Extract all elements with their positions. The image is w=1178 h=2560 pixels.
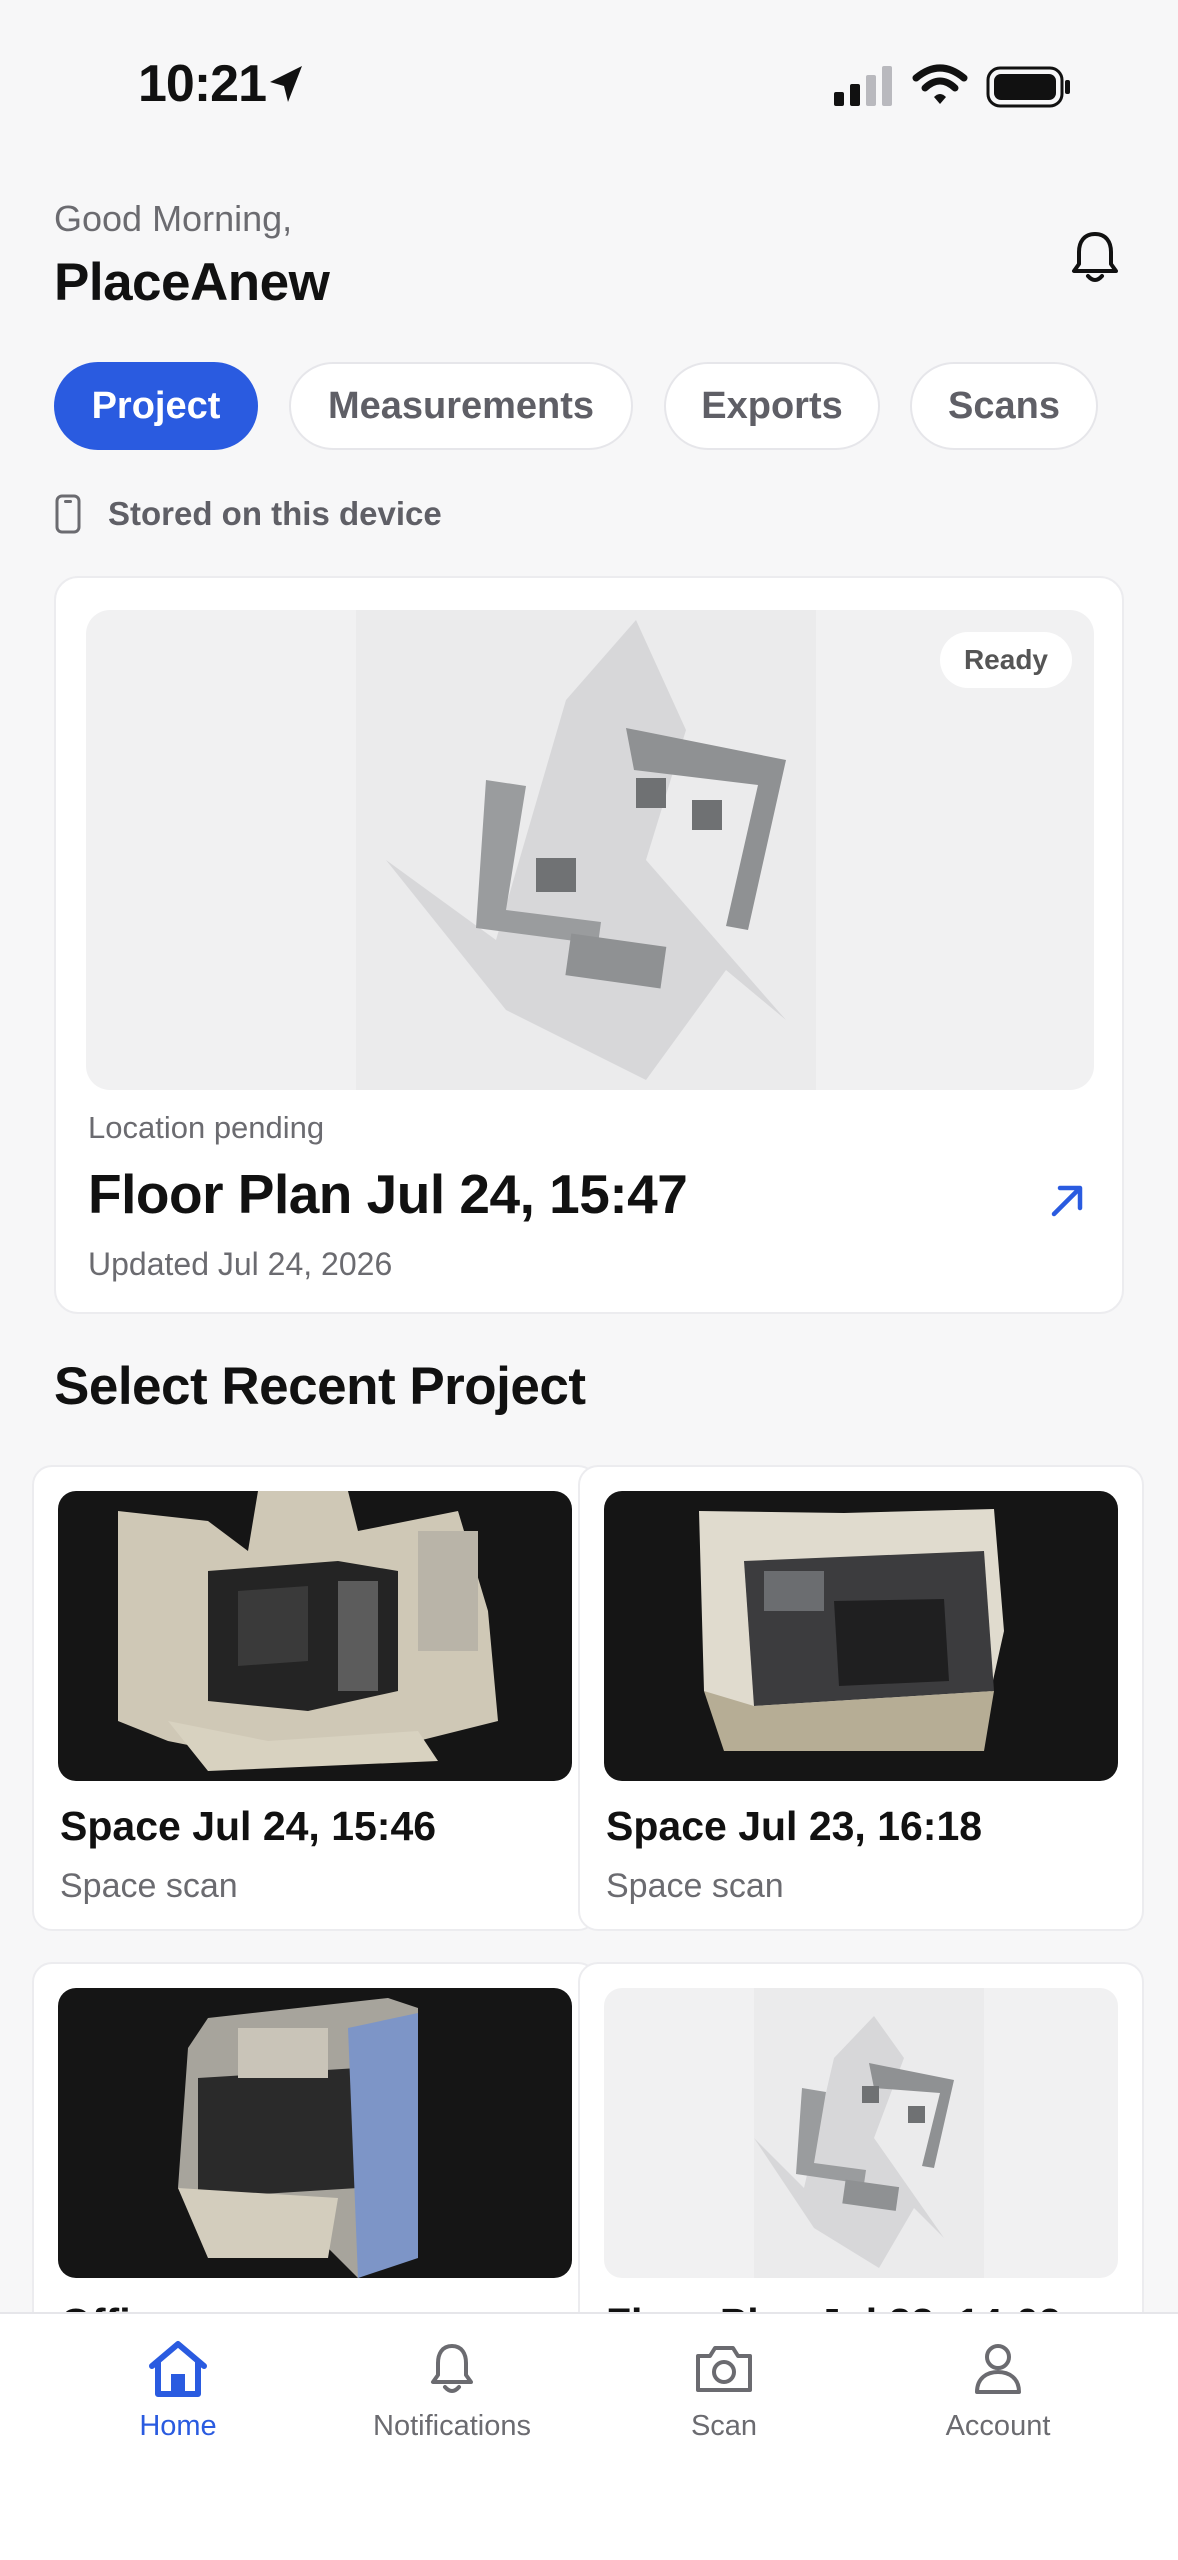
storage-note-text: Stored on this device xyxy=(108,495,442,532)
featured-project-card[interactable]: Ready Location pending Floor Plan Jul 24… xyxy=(54,576,1124,1314)
floor-plan-thumbnail xyxy=(604,1988,1118,2278)
scan-thumbnail xyxy=(604,1491,1118,1781)
greeting-text: Good Morning, xyxy=(54,198,293,239)
storage-note: Stored on this device xyxy=(54,492,442,536)
location-arrow-icon xyxy=(270,66,302,102)
featured-project-title: Floor Plan Jul 24, 15:47 xyxy=(88,1163,688,1225)
nav-scan-label: Scan xyxy=(690,2410,758,2442)
featured-updated-date: Updated Jul 24, 2026 xyxy=(88,1246,393,1282)
notifications-bell-icon[interactable] xyxy=(1064,226,1126,288)
status-bar: 10:21 xyxy=(0,0,1178,170)
location-status: Location pending xyxy=(88,1110,325,1145)
nav-notifications-label: Notifications xyxy=(373,2410,531,2442)
camera-icon xyxy=(696,2346,752,2392)
person-icon xyxy=(975,2344,1021,2394)
nav-account-label: Account xyxy=(945,2410,1051,2442)
project-type: Space scan xyxy=(60,1867,238,1905)
tab-exports[interactable]: Exports xyxy=(664,362,880,450)
cellular-signal-icon xyxy=(834,66,892,106)
project-title: Space Jul 24, 15:46 xyxy=(60,1803,437,1849)
floor-plan-thumbnail: Ready xyxy=(86,610,1094,1090)
nav-home-label: Home xyxy=(139,2410,217,2442)
nav-notifications[interactable]: Notifications xyxy=(332,2340,572,2470)
project-title: Space Jul 23, 16:18 xyxy=(606,1803,983,1849)
nav-account[interactable]: Account xyxy=(878,2340,1118,2470)
battery-icon xyxy=(986,66,1070,108)
status-time: 10:21 xyxy=(138,55,267,113)
recent-project-card[interactable]: Space Jul 23, 16:18 Space scan xyxy=(578,1465,1144,1931)
nav-home[interactable]: Home xyxy=(58,2340,298,2470)
ready-badge: Ready xyxy=(939,632,1072,688)
tab-project[interactable]: Project xyxy=(54,362,258,450)
bottom-navigation: Home Notifications Scan Account xyxy=(0,2312,1178,2560)
nav-scan[interactable]: Scan xyxy=(604,2340,844,2470)
wifi-icon xyxy=(912,64,968,104)
tab-measurements[interactable]: Measurements xyxy=(289,362,633,450)
scan-thumbnail xyxy=(58,1491,572,1781)
tab-scans[interactable]: Scans xyxy=(910,362,1098,450)
app-name: PlaceAnew xyxy=(54,253,330,312)
recent-projects-heading: Select Recent Project xyxy=(54,1357,586,1416)
scan-thumbnail xyxy=(58,1988,572,2278)
recent-project-card[interactable]: Space Jul 24, 15:46 Space scan xyxy=(32,1465,598,1931)
home-icon xyxy=(149,2341,207,2397)
open-arrow-icon[interactable] xyxy=(1046,1178,1090,1222)
phone-icon xyxy=(55,494,81,534)
project-type: Space scan xyxy=(606,1867,784,1905)
home-screen: 10:21 Good Morning, PlaceAnew Project Me… xyxy=(0,0,1178,2560)
bell-icon xyxy=(431,2344,473,2393)
